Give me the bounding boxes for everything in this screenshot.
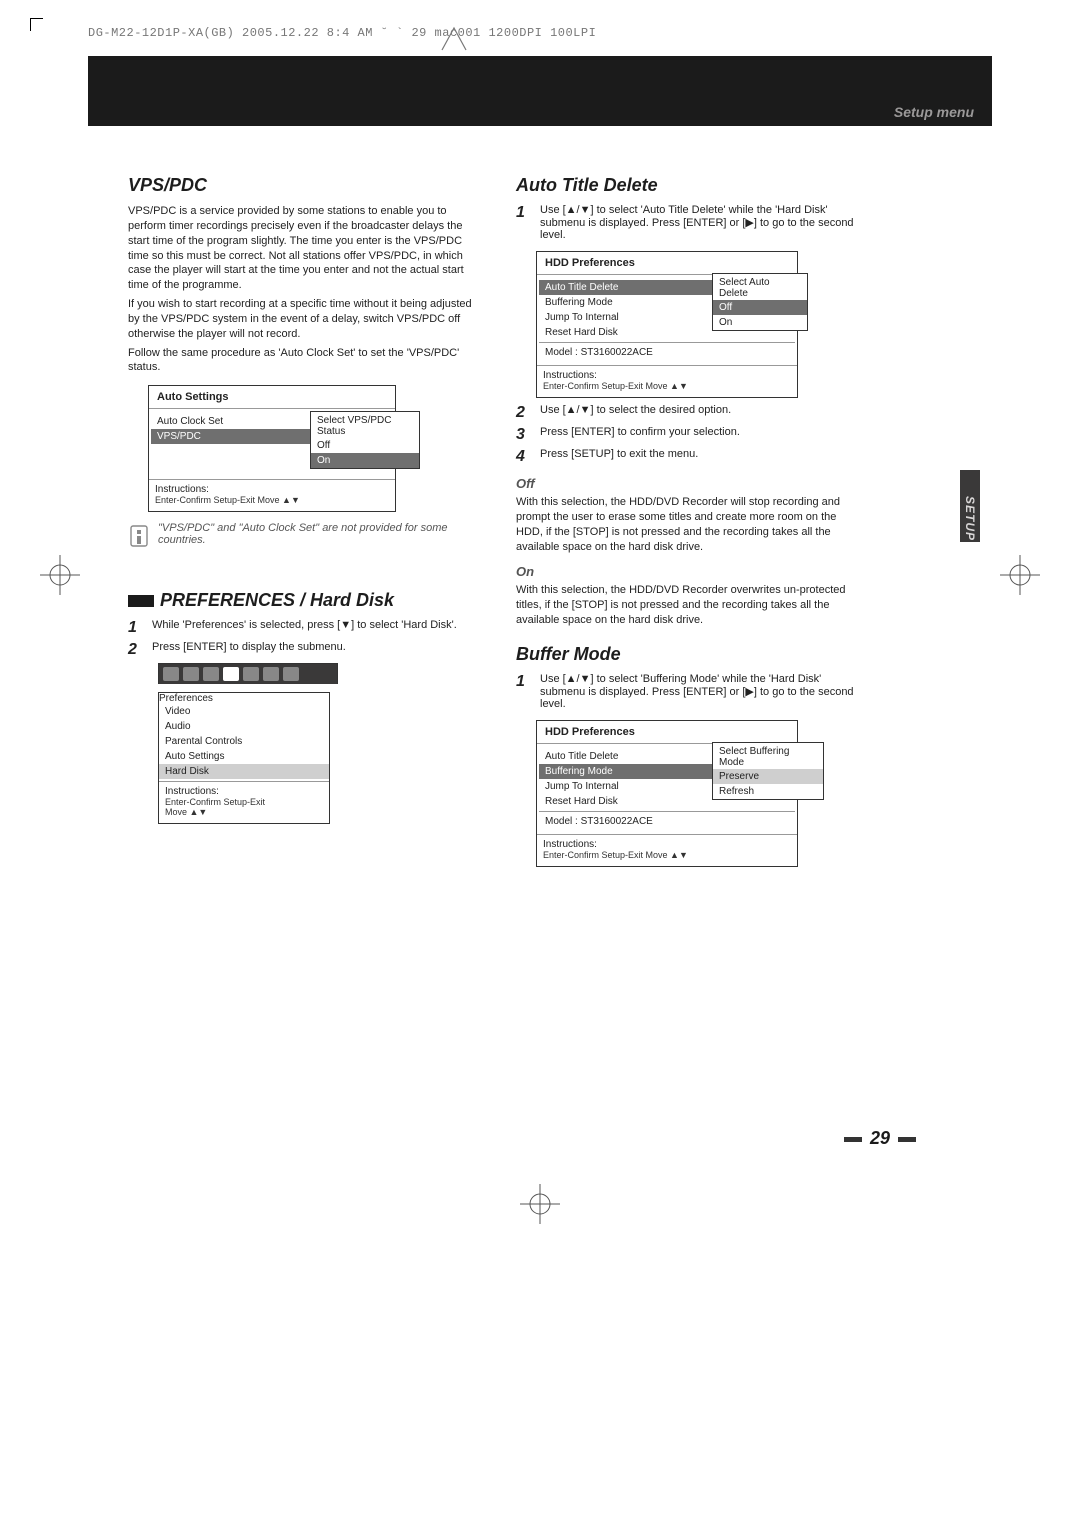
body-text: With this selection, the HDD/DVD Recorde… (516, 583, 864, 628)
registration-mark-icon (520, 1184, 560, 1224)
step-text: Use [▲/▼] to select 'Auto Title Delete' … (540, 204, 864, 241)
info-note: "VPS/PDC" and "Auto Clock Set" are not p… (128, 522, 476, 550)
body-text: Follow the same procedure as 'Auto Clock… (128, 346, 476, 376)
popup-option-selected: On (311, 453, 419, 468)
title-band: Setup menu (88, 56, 992, 126)
popup-title: Select Auto Delete (713, 274, 807, 300)
panel-title: HDD Preferences (537, 721, 797, 741)
section-breadcrumb: Setup menu (894, 104, 974, 120)
step-number: 2 (516, 404, 530, 422)
sub-heading-on: On (516, 564, 864, 579)
step-number: 2 (128, 641, 142, 659)
step-text: Use [▲/▼] to select 'Buffering Mode' whi… (540, 673, 864, 710)
body-text: VPS/PDC is a service provided by some st… (128, 204, 476, 293)
heading-buffer-mode: Buffer Mode (516, 644, 864, 665)
instructions-text: Enter-Confirm Setup-Exit Move ▲▼ (543, 381, 791, 391)
menu-row: Audio (159, 719, 329, 734)
info-note-text: "VPS/PDC" and "Auto Clock Set" are not p… (158, 522, 476, 546)
registration-mark-icon (40, 555, 80, 595)
step-text: Press [ENTER] to display the submenu. (152, 641, 346, 659)
content-columns: VPS/PDC VPS/PDC is a service provided by… (128, 175, 868, 873)
preferences-iconbar (158, 663, 338, 684)
model-row: Model : ST3160022ACE (539, 345, 795, 360)
instructions-label: Instructions: (155, 484, 389, 495)
instructions-label: Instructions: (543, 839, 791, 850)
tab-icon (203, 667, 219, 681)
tab-icon-selected (223, 667, 239, 681)
tab-icon (283, 667, 299, 681)
panel-title: HDD Preferences (537, 252, 797, 272)
body-text: With this selection, the HDD/DVD Recorde… (516, 495, 864, 554)
menu-row-selected: Hard Disk (159, 764, 329, 779)
right-column: Auto Title Delete 1 Use [▲/▼] to select '… (516, 175, 864, 873)
popup-title: Select VPS/PDC Status (311, 412, 419, 438)
instructions-label: Instructions: (543, 370, 791, 381)
panel-title: Auto Settings (149, 386, 395, 406)
info-icon (128, 522, 150, 550)
registration-mark-icon (1000, 555, 1040, 595)
step-text: Press [ENTER] to confirm your selection. (540, 426, 740, 444)
auto-delete-popup: Select Auto Delete Off On (712, 273, 808, 331)
instructions-text: Enter-Confirm Setup-Exit Move ▲▼ (155, 495, 389, 505)
step-number: 3 (516, 426, 530, 444)
print-header: DG-M22-12D1P-XA(GB) 2005.12.22 8:4 AM ˘ … (88, 26, 992, 40)
crop-mark-icon (30, 18, 43, 31)
tab-icon (243, 667, 259, 681)
tab-icon (263, 667, 279, 681)
vps-pdc-popup: Select VPS/PDC Status Off On (310, 411, 420, 469)
popup-option-selected: Preserve (713, 769, 823, 784)
page-number: 29 (836, 1128, 924, 1149)
manual-page: DG-M22-12D1P-XA(GB) 2005.12.22 8:4 AM ˘ … (0, 0, 1080, 1528)
popup-option: Off (311, 438, 419, 453)
preferences-panel: Preferences Video Audio Parental Control… (158, 692, 330, 824)
buffering-mode-popup: Select Buffering Mode Preserve Refresh (712, 742, 824, 800)
side-tab-label: SETUP (963, 496, 977, 516)
heading-preferences-hard-disk: PREFERENCES / Hard Disk (128, 590, 476, 611)
instructions-text: Enter-Confirm Setup-Exit Move ▲▼ (543, 850, 791, 860)
popup-option-selected: Off (713, 300, 807, 315)
step-text: While 'Preferences' is selected, press [… (152, 619, 457, 637)
tab-icon (183, 667, 199, 681)
sub-heading-off: Off (516, 476, 864, 491)
tab-icon (163, 667, 179, 681)
model-row: Model : ST3160022ACE (539, 814, 795, 829)
instructions-text: Move ▲▼ (165, 807, 323, 817)
instructions-label: Instructions: (165, 786, 323, 797)
step-number: 1 (128, 619, 142, 637)
popup-option: On (713, 315, 807, 330)
side-tab: SETUP (960, 470, 980, 542)
instructions-text: Enter-Confirm Setup-Exit (165, 797, 323, 807)
fold-mark-icon (440, 24, 468, 52)
heading-vps-pdc: VPS/PDC (128, 175, 476, 196)
menu-row: Video (159, 704, 329, 719)
left-column: VPS/PDC VPS/PDC is a service provided by… (128, 175, 476, 873)
popup-title: Select Buffering Mode (713, 743, 823, 769)
heading-auto-title-delete: Auto Title Delete (516, 175, 864, 196)
step-text: Use [▲/▼] to select the desired option. (540, 404, 731, 422)
popup-option: Refresh (713, 784, 823, 799)
step-number: 4 (516, 448, 530, 466)
step-text: Press [SETUP] to exit the menu. (540, 448, 698, 466)
step-number: 1 (516, 204, 530, 241)
menu-row: Auto Settings (159, 749, 329, 764)
panel-title: Preferences (159, 693, 329, 704)
step-number: 1 (516, 673, 530, 710)
menu-row: Parental Controls (159, 734, 329, 749)
body-text: If you wish to start recording at a spec… (128, 297, 476, 342)
